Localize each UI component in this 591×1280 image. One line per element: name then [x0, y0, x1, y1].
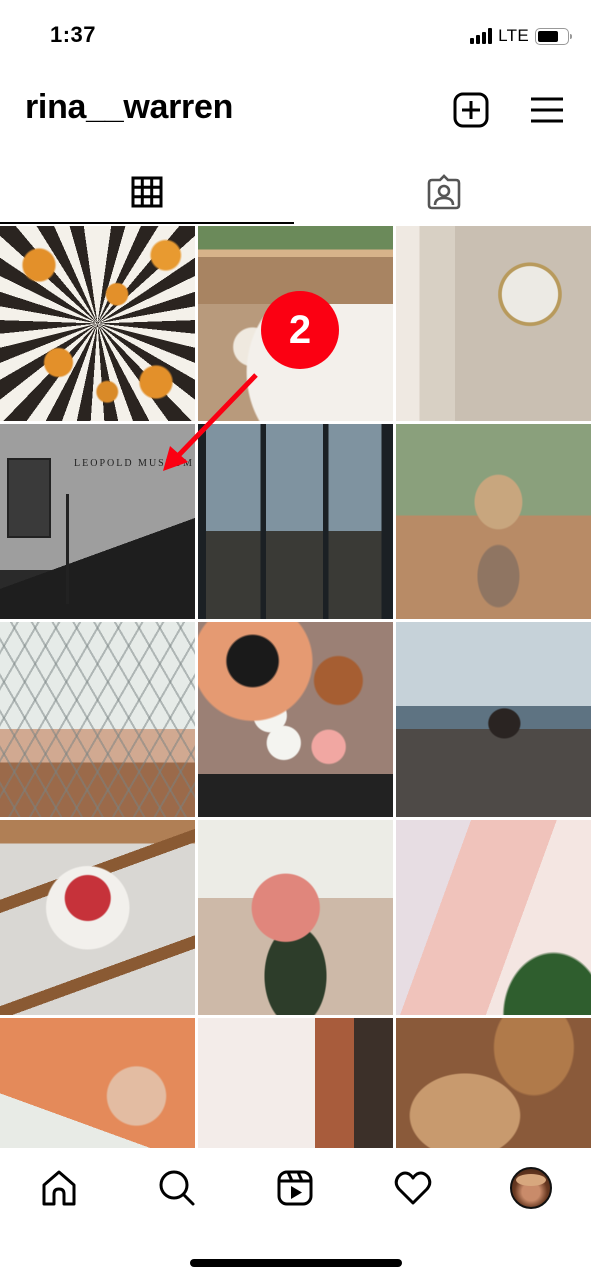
post-image — [396, 820, 591, 1015]
status-bar: 1:37 LTE — [0, 0, 591, 70]
post-image — [198, 622, 393, 817]
signal-icon — [470, 28, 493, 44]
post-tile[interactable] — [0, 820, 195, 1015]
post-tile[interactable] — [198, 424, 393, 619]
post-tile[interactable] — [0, 1018, 195, 1148]
tagged-person-icon — [427, 174, 461, 210]
plus-square-icon — [453, 92, 489, 128]
post-tile-leopold-museum[interactable]: LEOPOLD MUSEUM — [0, 424, 195, 619]
status-time: 1:37 — [50, 22, 97, 47]
post-tile[interactable] — [198, 1018, 393, 1148]
new-post-button[interactable] — [451, 90, 491, 130]
post-tile[interactable] — [396, 622, 591, 817]
post-tile[interactable] — [0, 622, 195, 817]
grid-icon — [131, 176, 163, 208]
post-tile[interactable] — [0, 226, 195, 421]
hamburger-menu-icon — [531, 97, 563, 123]
post-image — [396, 1018, 591, 1148]
post-image — [396, 424, 591, 619]
post-image — [0, 226, 195, 421]
tab-posts-grid[interactable] — [0, 160, 294, 224]
search-icon — [159, 1170, 195, 1206]
post-tile[interactable] — [396, 820, 591, 1015]
post-tile[interactable] — [198, 622, 393, 817]
home-icon — [42, 1170, 76, 1206]
post-tile[interactable] — [396, 1018, 591, 1148]
bottom-nav — [0, 1148, 591, 1230]
nav-profile[interactable] — [509, 1166, 553, 1210]
battery-icon — [535, 27, 572, 45]
active-tab-indicator — [0, 222, 294, 224]
status-indicators: LTE — [470, 26, 572, 46]
post-tile[interactable] — [396, 226, 591, 421]
museum-sign-text: LEOPOLD MUSEUM — [74, 458, 194, 469]
annotation-step-badge: 2 — [261, 291, 339, 369]
post-image — [0, 622, 195, 817]
post-tile[interactable] — [198, 820, 393, 1015]
post-image: LEOPOLD MUSEUM — [0, 424, 195, 619]
heart-icon — [394, 1171, 432, 1205]
network-label: LTE — [498, 26, 529, 45]
profile-header: rina__warren — [0, 80, 591, 140]
nav-home[interactable] — [37, 1166, 81, 1210]
post-image — [198, 820, 393, 1015]
post-image — [198, 1018, 393, 1148]
tab-tagged[interactable] — [297, 160, 591, 224]
post-image — [0, 820, 195, 1015]
profile-tabs — [0, 160, 591, 224]
avatar — [510, 1167, 552, 1209]
post-tile[interactable] — [396, 424, 591, 619]
menu-button[interactable] — [527, 90, 567, 130]
home-indicator[interactable] — [190, 1259, 402, 1267]
post-image — [396, 622, 591, 817]
nav-activity[interactable] — [391, 1166, 435, 1210]
reels-icon — [277, 1170, 313, 1206]
nav-reels[interactable] — [273, 1166, 317, 1210]
post-image — [396, 226, 591, 421]
nav-search[interactable] — [155, 1166, 199, 1210]
post-image — [0, 1018, 195, 1148]
profile-username[interactable]: rina__warren — [25, 88, 233, 127]
post-image — [198, 424, 393, 619]
